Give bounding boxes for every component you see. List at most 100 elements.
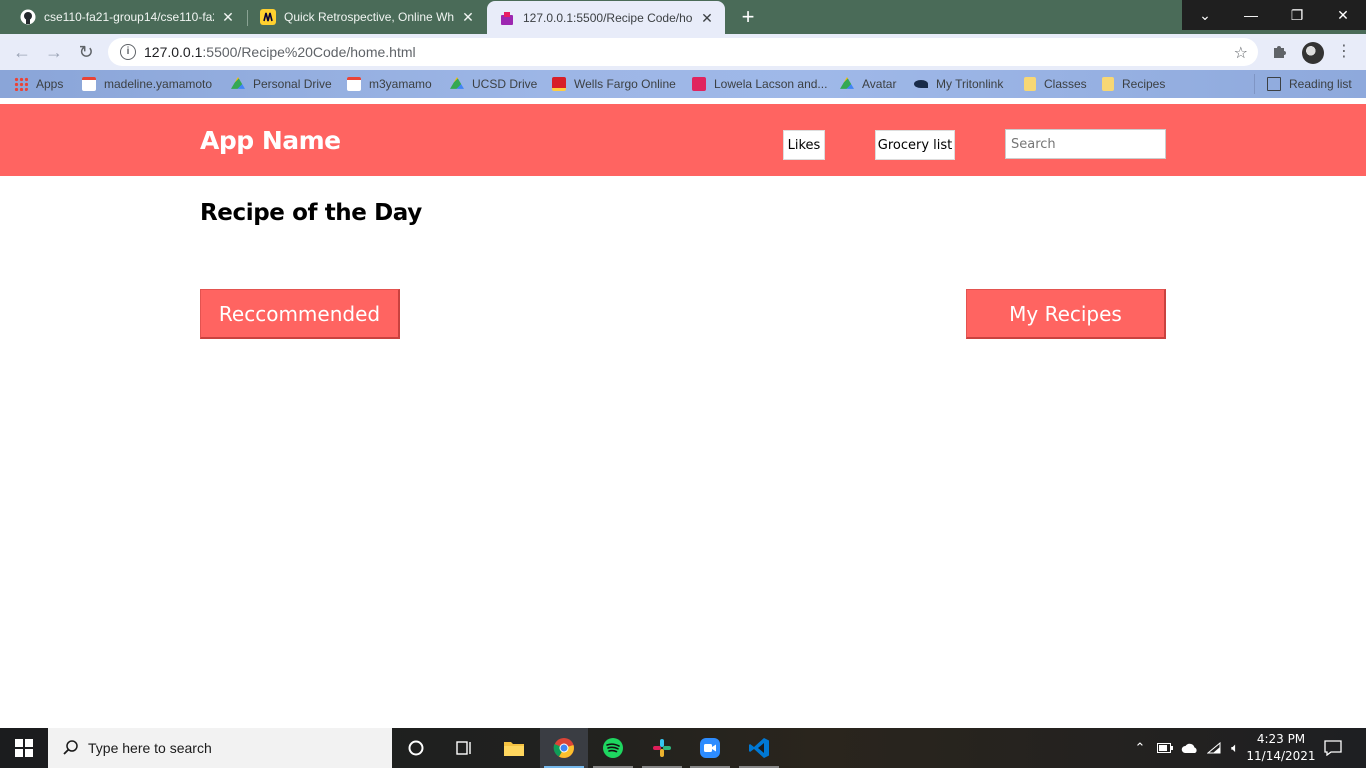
close-icon[interactable]: ✕: [460, 9, 476, 25]
likes-button[interactable]: Likes: [783, 130, 825, 160]
start-button[interactable]: [0, 728, 48, 768]
spotify-button[interactable]: [589, 728, 637, 768]
close-window-button[interactable]: ✕: [1320, 0, 1366, 30]
cortana-icon: [408, 740, 424, 756]
url-host: 127.0.0.1: [144, 44, 203, 60]
bookmark-label: Apps: [36, 77, 64, 91]
app-header: App Name Likes Grocery list: [0, 104, 1366, 176]
file-explorer-button[interactable]: [490, 728, 538, 768]
search-icon: [63, 740, 78, 755]
browser-tab-strip: cse110-fa21-group14/cse110-fa21 ✕ Quick …: [0, 0, 1366, 34]
gmail-icon: [347, 77, 361, 91]
link-icon: [692, 77, 706, 91]
bookmarks-divider: [1254, 74, 1255, 94]
vscode-button[interactable]: [735, 728, 783, 768]
bookmark-label: m3yamamo: [369, 77, 432, 91]
folder-icon: [1024, 77, 1036, 91]
new-tab-button[interactable]: +: [736, 5, 760, 29]
bookmark-label: Classes: [1044, 77, 1087, 91]
miro-icon: [260, 9, 276, 25]
address-bar[interactable]: i 127.0.0.1:5500/Recipe%20Code/home.html…: [108, 38, 1258, 66]
spotify-icon: [603, 738, 623, 758]
volume-icon[interactable]: 🔈︎: [1226, 728, 1244, 768]
chrome-icon: [553, 738, 574, 758]
bookmark-label: My Tritonlink: [936, 77, 1004, 91]
url-path: :5500/Recipe%20Code/home.html: [202, 44, 416, 60]
minimize-button[interactable]: —: [1228, 0, 1274, 30]
bookmark-label: Lowela Lacson and...: [714, 77, 828, 91]
notifications-icon[interactable]: [1320, 728, 1346, 768]
browser-tab-active[interactable]: 127.0.0.1:5500/Recipe Code/hom ✕: [487, 1, 725, 34]
bookmark-label: UCSD Drive: [472, 77, 538, 91]
task-view-button[interactable]: [440, 728, 488, 768]
chrome-taskbar-button[interactable]: [540, 728, 588, 768]
menu-icon[interactable]: ⋮: [1336, 42, 1352, 62]
my-recipes-button[interactable]: My Recipes: [966, 289, 1166, 339]
bookmark-gmail-1[interactable]: madeline.yamamoto: [82, 76, 212, 92]
tray-overflow-chevron-icon[interactable]: ⌃: [1132, 728, 1148, 768]
profile-avatar[interactable]: [1302, 42, 1324, 64]
tab-title: cse110-fa21-group14/cse110-fa21: [44, 10, 214, 24]
bookmark-recipes[interactable]: Recipes: [1102, 76, 1165, 92]
close-icon[interactable]: ✕: [699, 10, 715, 26]
bookmark-star-icon[interactable]: ☆: [1234, 43, 1248, 63]
drive-icon: [231, 77, 245, 89]
bookmark-label: madeline.yamamoto: [104, 77, 213, 91]
tab-search-button[interactable]: ⌄: [1182, 0, 1228, 30]
battery-icon[interactable]: [1156, 728, 1174, 768]
app-title[interactable]: App Name: [200, 126, 341, 155]
taskbar-search-box[interactable]: Type here to search: [48, 728, 392, 768]
browser-toolbar: ← → ↻ i 127.0.0.1:5500/Recipe%20Code/hom…: [0, 34, 1366, 70]
close-icon[interactable]: ✕: [220, 9, 236, 25]
bookmark-classes[interactable]: Classes: [1024, 76, 1087, 92]
bookmark-lowela[interactable]: Lowela Lacson and...: [692, 76, 827, 92]
slack-button[interactable]: [638, 728, 686, 768]
wifi-icon[interactable]: [1206, 728, 1222, 768]
cortana-button[interactable]: [392, 728, 440, 768]
drive-icon: [450, 77, 464, 89]
zoom-icon: [700, 738, 720, 758]
recommended-button[interactable]: Reccommended: [200, 289, 400, 339]
bookmark-wells-fargo[interactable]: Wells Fargo Online: [552, 76, 676, 92]
bookmark-label: Personal Drive: [253, 77, 332, 91]
reload-button[interactable]: ↻: [74, 40, 98, 64]
browser-tab-miro[interactable]: Quick Retrospective, Online Whit ✕: [248, 0, 486, 34]
bookmark-label: Wells Fargo Online: [574, 77, 676, 91]
clock-date: 11/14/2021: [1246, 749, 1316, 763]
bookmark-tritonlink[interactable]: My Tritonlink: [914, 76, 1003, 92]
vscode-icon: [749, 738, 769, 758]
onedrive-cloud-icon[interactable]: [1180, 728, 1200, 768]
grocery-list-button[interactable]: Grocery list: [875, 130, 955, 160]
site-info-icon[interactable]: i: [120, 44, 136, 60]
extensions-icon[interactable]: [1270, 43, 1288, 61]
taskbar-search-placeholder: Type here to search: [88, 740, 212, 756]
gmail-icon: [82, 77, 96, 91]
reading-list-label: Reading list: [1289, 77, 1352, 91]
github-icon: [20, 9, 36, 25]
search-input[interactable]: [1005, 129, 1166, 159]
bookmark-apps[interactable]: Apps: [14, 76, 63, 92]
windows-logo-icon: [15, 739, 33, 757]
bookmark-gmail-2[interactable]: m3yamamo: [347, 76, 432, 92]
bookmark-label: Recipes: [1122, 77, 1166, 91]
taskbar-clock[interactable]: 4:23 PM 11/14/2021: [1244, 731, 1318, 765]
web-page: App Name Likes Grocery list Recipe of th…: [0, 98, 1366, 728]
zoom-button[interactable]: [686, 728, 734, 768]
bookmark-label: Avatar: [862, 77, 897, 91]
browser-tab-github[interactable]: cse110-fa21-group14/cse110-fa21 ✕: [8, 0, 246, 34]
restore-button[interactable]: ❐: [1274, 0, 1320, 30]
reading-list-button[interactable]: Reading list: [1267, 76, 1352, 92]
clock-time: 4:23 PM: [1256, 732, 1306, 746]
page-icon: [499, 10, 515, 26]
folder-icon: [1102, 77, 1114, 91]
bookmarks-bar: Apps madeline.yamamoto Personal Drive m3…: [0, 70, 1366, 98]
folder-icon: [504, 742, 524, 756]
back-button[interactable]: ←: [10, 40, 34, 64]
forward-button[interactable]: →: [42, 40, 66, 64]
tab-title: Quick Retrospective, Online Whit: [284, 10, 454, 24]
bookmark-avatar[interactable]: Avatar: [840, 76, 896, 92]
bookmark-personal-drive[interactable]: Personal Drive: [231, 76, 332, 92]
recipe-of-the-day-heading: Recipe of the Day: [200, 200, 422, 226]
bookmark-ucsd-drive[interactable]: UCSD Drive: [450, 76, 537, 92]
windows-taskbar: Type here to search ⌃ 🔈︎ 4:23 PM 11/14/2…: [0, 728, 1366, 768]
